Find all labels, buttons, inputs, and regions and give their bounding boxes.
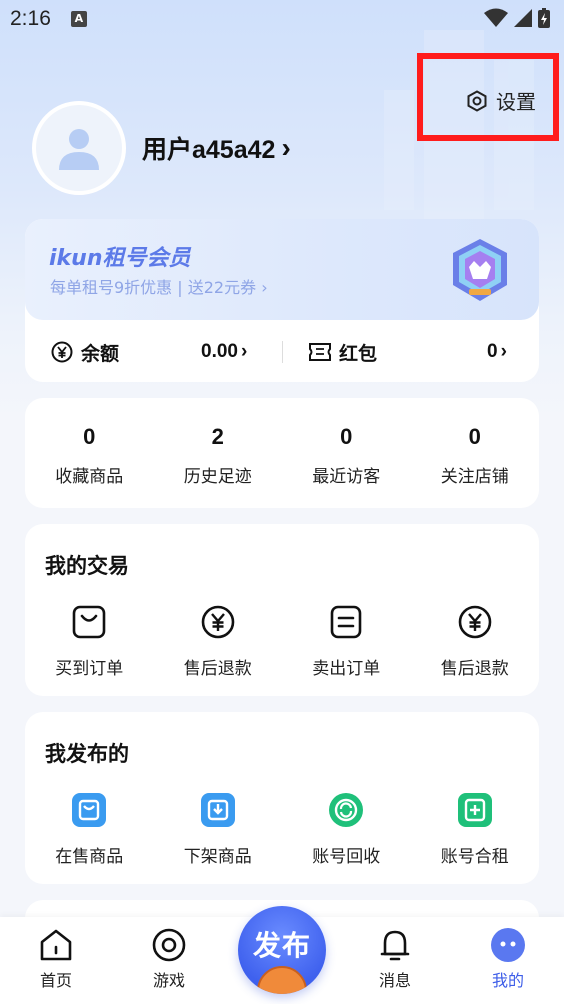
bag-icon [71, 604, 107, 640]
add-box-icon [457, 792, 493, 828]
grid-label: 账号合租 [440, 847, 509, 867]
bell-icon [380, 930, 410, 961]
status-time: 2:16 [10, 7, 51, 30]
publish-label: 发布 [252, 929, 311, 962]
grid-label: 卖出订单 [312, 659, 381, 679]
username[interactable]: 用户a45a42 › [142, 130, 291, 166]
trade-card: 我的交易 买到订单 售后退款 卖出订单 售后退款 [25, 524, 539, 696]
balance-item[interactable]: 余额 [51, 339, 119, 366]
wallet-row: 余额 0.00 › 红包 0 › [25, 329, 539, 375]
recycle-icon [328, 792, 364, 828]
grid-label: 账号回收 [312, 847, 381, 867]
basketball-icon [257, 966, 307, 994]
nav-messages[interactable]: 消息 [355, 927, 435, 991]
trade-item-refund-2[interactable]: 售后退款 [411, 604, 540, 679]
balance-value[interactable]: 0.00 › [201, 341, 247, 363]
publish-card: 我发布的 在售商品 下架商品 账号回收 账号合租 [25, 712, 539, 884]
trade-item-purchased[interactable]: 买到订单 [25, 604, 154, 679]
stat-favorites[interactable]: 0 收藏商品 [25, 398, 154, 508]
document-icon [328, 604, 364, 640]
stat-label: 关注店铺 [440, 467, 509, 487]
publish-item-recycle[interactable]: 账号回收 [282, 792, 411, 867]
nav-label: 消息 [378, 971, 411, 990]
notification-icon: A [70, 11, 87, 27]
chevron-right-icon: › [500, 341, 507, 362]
grid-label: 售后退款 [440, 659, 509, 679]
publish-title: 我发布的 [45, 742, 129, 766]
shop-icon [71, 792, 107, 828]
stat-label: 收藏商品 [55, 467, 124, 487]
stat-followed-shops[interactable]: 0 关注店铺 [411, 398, 540, 508]
status-icons [484, 8, 550, 28]
nav-label: 首页 [39, 971, 72, 990]
vip-banner[interactable]: ikun租号会员 每单租号9折优惠 | 送22元券 › [25, 219, 539, 320]
battery-icon [538, 8, 550, 28]
publish-item-off-shelf[interactable]: 下架商品 [154, 792, 283, 867]
highlight-box [417, 53, 559, 141]
publish-button[interactable]: 发布 [238, 906, 326, 994]
nav-games[interactable]: 游戏 [129, 927, 209, 991]
redpacket-value[interactable]: 0 › [487, 341, 507, 363]
stat-value: 2 [211, 424, 224, 449]
vip-title: ikun租号会员 [49, 246, 191, 271]
publish-grid: 在售商品 下架商品 账号回收 账号合租 [25, 792, 539, 867]
user-icon [59, 129, 99, 170]
stat-value: 0 [468, 424, 481, 449]
vip-card: ikun租号会员 每单租号9折优惠 | 送22元券 › 余额 0.00 › 红包… [25, 219, 539, 382]
nav-home[interactable]: 首页 [16, 927, 96, 991]
wifi-icon [484, 8, 508, 27]
grid-label: 买到订单 [55, 659, 124, 679]
nav-mine[interactable]: 我的 [468, 927, 548, 991]
profile-icon [491, 928, 525, 962]
stats-card: 0 收藏商品 2 历史足迹 0 最近访客 0 关注店铺 [25, 398, 539, 508]
stat-value: 0 [340, 424, 353, 449]
redpacket-amount: 0 [487, 341, 498, 362]
signal-icon [514, 9, 532, 27]
vip-subtitle: 每单租号9折优惠 | 送22元券 › [50, 278, 268, 297]
games-icon [152, 928, 186, 962]
trade-title: 我的交易 [45, 554, 129, 578]
stat-label: 最近访客 [312, 467, 381, 487]
grid-label: 售后退款 [183, 659, 252, 679]
publish-item-on-sale[interactable]: 在售商品 [25, 792, 154, 867]
publish-item-share-rent[interactable]: 账号合租 [411, 792, 540, 867]
stat-visitors[interactable]: 0 最近访客 [282, 398, 411, 508]
avatar[interactable] [32, 101, 126, 195]
stat-history[interactable]: 2 历史足迹 [154, 398, 283, 508]
stat-label: 历史足迹 [183, 467, 252, 487]
chevron-right-icon: › [281, 132, 291, 163]
balance-label: 余额 [81, 342, 120, 365]
redpacket-label: 红包 [339, 342, 378, 365]
ticket-icon [309, 343, 331, 361]
balance-amount: 0.00 [201, 341, 238, 362]
nav-label: 游戏 [152, 971, 185, 990]
trade-grid: 买到订单 售后退款 卖出订单 售后退款 [25, 604, 539, 679]
home-icon [40, 929, 72, 961]
username-text: 用户a45a42 [142, 136, 276, 164]
divider [282, 341, 283, 363]
grid-label: 在售商品 [55, 847, 124, 867]
yuan-icon [51, 341, 73, 363]
yuan-circle-icon [457, 604, 493, 640]
grid-label: 下架商品 [183, 847, 252, 867]
trade-item-refund[interactable]: 售后退款 [154, 604, 283, 679]
nav-label: 我的 [491, 971, 524, 990]
chevron-right-icon: › [240, 341, 248, 362]
vip-badge-icon [453, 239, 507, 301]
status-bar: 2:16 A [0, 0, 564, 38]
stat-value: 0 [83, 424, 96, 449]
trade-item-sold[interactable]: 卖出订单 [282, 604, 411, 679]
download-box-icon [200, 792, 236, 828]
redpacket-item[interactable]: 红包 [309, 339, 377, 366]
yuan-circle-icon [200, 604, 236, 640]
